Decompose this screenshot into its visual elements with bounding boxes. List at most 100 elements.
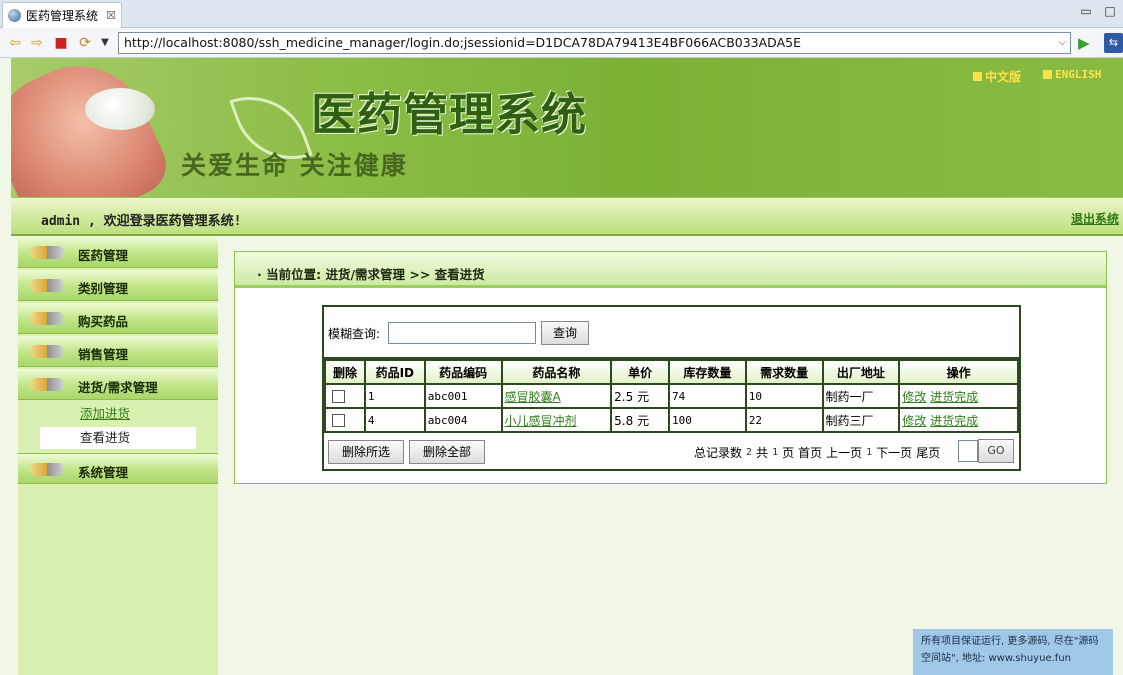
row-checkbox-cell (324, 407, 366, 433)
capsule-icon (30, 246, 64, 259)
lang-english-link[interactable]: ENGLISH (1043, 68, 1101, 81)
cell-price: 5.8 元 (610, 407, 670, 433)
cell-actions: 修改 进货完成 (898, 383, 1019, 409)
row-checkbox-cell (324, 383, 366, 409)
url-dropdown-icon[interactable]: ⌵ (1058, 33, 1066, 53)
page-count: 1 (772, 447, 779, 458)
medicine-name-link[interactable]: 小儿感冒冲剂 (505, 414, 577, 428)
capsule-icon (30, 279, 64, 292)
cell-demand: 10 (744, 383, 824, 409)
maximize-icon[interactable]: □ (1103, 5, 1117, 19)
delete-all-button[interactable]: 删除全部 (409, 440, 485, 464)
sidebar-item-label: 进货/需求管理 (78, 380, 158, 395)
cell-stock: 100 (668, 407, 747, 433)
column-header: 删除 (324, 359, 366, 385)
page-number-input[interactable] (958, 440, 978, 462)
minimize-icon[interactable]: ▭ (1079, 5, 1093, 19)
cell-code: abc001 (423, 383, 503, 409)
site-slogan: 关爱生命 关注健康 (181, 151, 408, 180)
stop-icon[interactable]: ■ (52, 34, 70, 52)
square-bullet-icon (1043, 70, 1052, 79)
sidebar-subitem-add-stock[interactable]: 添加进货 (40, 403, 196, 425)
pager: 总记录数 2 共 1 页 首页 上一页 1 下一页 尾页 (694, 444, 940, 461)
sidebar-item-medicine[interactable]: 医药管理 (18, 237, 218, 268)
sidebar-subitem-view-stock[interactable]: 查看进货 (40, 427, 196, 449)
cell-demand: 22 (744, 407, 824, 433)
watermark-line: 所有项目保证运行, 更多源码, 尽在"源码 (921, 636, 1099, 647)
delete-selected-button[interactable]: 删除所选 (328, 440, 404, 464)
cell-actions: 修改 进货完成 (898, 407, 1019, 433)
square-bullet-icon (973, 72, 982, 81)
url-text: http://localhost:8080/ssh_medicine_manag… (124, 35, 801, 50)
edit-link[interactable]: 修改 (902, 414, 926, 428)
browser-nav-bar: ⇦ ⇨ ■ ⟳ ▼ http://localhost:8080/ssh_medi… (0, 28, 1123, 58)
cell-stock: 74 (668, 383, 747, 409)
content-panel: · 当前位置: 进货/需求管理 >> 查看进货 模糊查询: 查询 删除 药品ID… (234, 251, 1107, 484)
cell-name: 小儿感冒冲剂 (500, 407, 613, 433)
search-row: 模糊查询: 查询 (324, 307, 1019, 359)
close-tab-icon[interactable]: ☒ (106, 9, 116, 22)
globe-icon (8, 9, 21, 22)
panel-header: · 当前位置: 进货/需求管理 >> 查看进货 (235, 252, 1106, 288)
pages-suffix: 页 (782, 446, 795, 460)
cell-id: 1 (363, 383, 426, 409)
capsule-icon (30, 312, 64, 325)
search-input[interactable] (388, 322, 536, 344)
table-footer: 删除所选 删除全部 总记录数 2 共 1 页 首页 上一页 1 下一页 尾页 GO (324, 435, 1019, 469)
sidebar-item-label: 医药管理 (78, 248, 129, 263)
history-dropdown-icon[interactable]: ▼ (96, 34, 114, 52)
current-page: 1 (866, 447, 873, 458)
column-header: 出厂地址 (821, 359, 901, 385)
back-icon[interactable]: ⇦ (6, 34, 24, 52)
column-header: 单价 (610, 359, 670, 385)
prev-page-link[interactable]: 上一页 (826, 444, 862, 461)
capsule-icon (30, 378, 64, 391)
browser-tab[interactable]: 医药管理系统 ☒ (2, 2, 122, 28)
sidebar-item-label: 系统管理 (78, 465, 129, 480)
row-checkbox[interactable] (332, 414, 345, 427)
complete-stock-link[interactable]: 进货完成 (930, 390, 978, 404)
row-checkbox[interactable] (332, 390, 345, 403)
cell-price: 2.5 元 (610, 383, 670, 409)
capsule-icon (30, 345, 64, 358)
sidebar-item-system[interactable]: 系统管理 (18, 453, 218, 484)
column-header: 药品编码 (423, 359, 503, 385)
total-count: 2 (746, 447, 753, 458)
refresh-icon[interactable]: ⟳ (76, 34, 94, 52)
sidebar-item-sales[interactable]: 销售管理 (18, 336, 218, 367)
lang-chinese-link[interactable]: 中文版 (973, 68, 1021, 85)
sidebar-item-label: 类别管理 (78, 281, 129, 296)
sidebar: 医药管理 类别管理 购买药品 销售管理 进货/需求管理 添加进货 查看进货 系统… (18, 237, 218, 675)
edit-link[interactable]: 修改 (902, 390, 926, 404)
forward-icon[interactable]: ⇨ (28, 34, 46, 52)
sidebar-item-stock-demand[interactable]: 进货/需求管理 (18, 369, 218, 400)
complete-stock-link[interactable]: 进货完成 (930, 414, 978, 428)
stock-table: 删除 药品ID 药品编码 药品名称 单价 库存数量 需求数量 出厂地址 操作 1… (324, 359, 1019, 433)
sidebar-item-category[interactable]: 类别管理 (18, 270, 218, 301)
go-page-button[interactable]: GO (978, 439, 1014, 463)
logout-link[interactable]: 退出系统 (1071, 210, 1119, 227)
site-title: 医药管理系统 (311, 88, 588, 141)
lang-english-label: ENGLISH (1055, 68, 1102, 81)
go-icon[interactable]: ▶ (1078, 34, 1090, 52)
lang-chinese-label: 中文版 (985, 70, 1022, 84)
first-page-link[interactable]: 首页 (798, 444, 822, 461)
next-page-link[interactable]: 下一页 (876, 444, 912, 461)
search-button[interactable]: 查询 (541, 321, 589, 345)
extension-icon[interactable]: ⇆ (1104, 33, 1123, 53)
capsule-icon (30, 463, 64, 476)
sidebar-item-label: 购买药品 (78, 314, 129, 329)
cell-name: 感冒胶囊A (500, 383, 613, 409)
medicine-name-link[interactable]: 感冒胶囊A (505, 390, 561, 404)
site-banner: 医药管理系统 关爱生命 关注健康 中文版 ENGLISH (11, 58, 1123, 197)
cell-factory: 制药三厂 (821, 407, 901, 433)
sidebar-item-purchase[interactable]: 购买药品 (18, 303, 218, 334)
table-header-row: 删除 药品ID 药品编码 药品名称 单价 库存数量 需求数量 出厂地址 操作 (324, 359, 1019, 385)
last-page-link[interactable]: 尾页 (916, 444, 940, 461)
sidebar-item-label: 销售管理 (78, 347, 129, 362)
cell-factory: 制药一厂 (821, 383, 901, 409)
total-label: 总记录数 (694, 446, 743, 460)
breadcrumb: · 当前位置: 进货/需求管理 >> 查看进货 (257, 267, 485, 282)
welcome-text: admin , 欢迎登录医药管理系统! (41, 214, 242, 229)
url-input[interactable]: http://localhost:8080/ssh_medicine_manag… (118, 32, 1071, 54)
